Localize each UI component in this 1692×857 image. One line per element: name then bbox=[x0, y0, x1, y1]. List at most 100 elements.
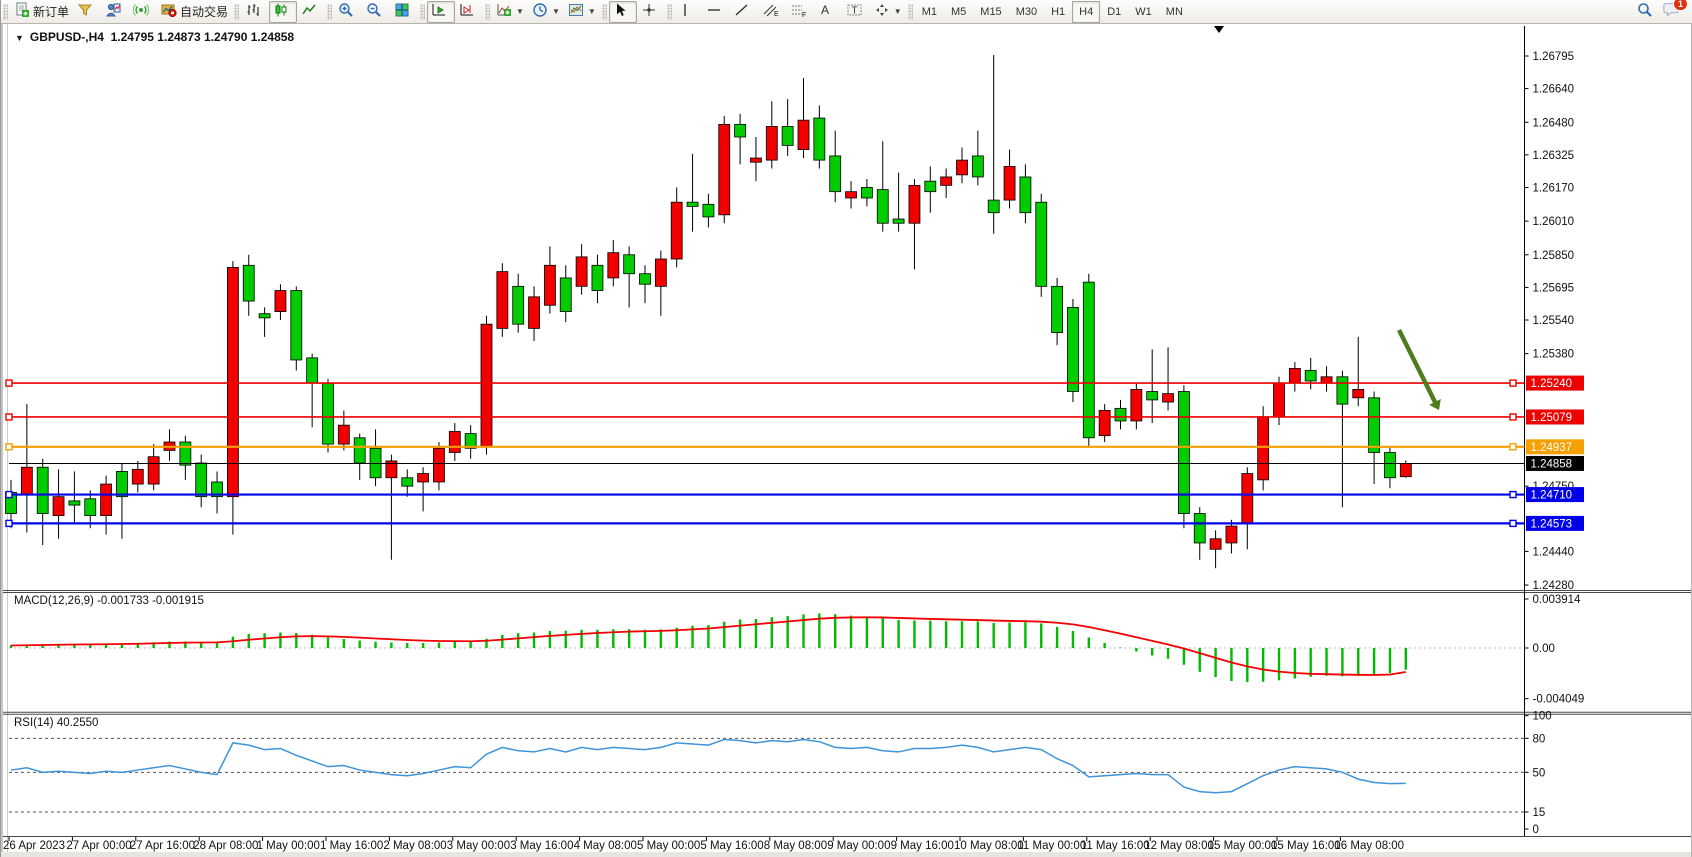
tf-h1-button[interactable]: H1 bbox=[1044, 1, 1072, 23]
candle-body bbox=[148, 457, 159, 484]
text-label-button[interactable]: T bbox=[842, 1, 870, 23]
rsi-tick-label: 80 bbox=[1533, 733, 1546, 745]
candle-body bbox=[69, 501, 80, 505]
fibonacci-button[interactable]: F bbox=[786, 1, 814, 23]
indicators-button[interactable]: ▼ bbox=[492, 1, 528, 23]
candle-body bbox=[259, 314, 270, 318]
candlestick-icon bbox=[273, 2, 289, 21]
rsi-tick-label: 0 bbox=[1533, 824, 1539, 836]
toolbar-grip bbox=[485, 4, 490, 20]
zoom-in-button[interactable] bbox=[334, 1, 362, 23]
time-tick-label: 15 May 00:00 bbox=[1208, 840, 1278, 852]
candle-body bbox=[972, 156, 983, 177]
candle-body bbox=[624, 255, 635, 274]
tf-w1-button[interactable]: W1 bbox=[1128, 1, 1159, 23]
candle-body bbox=[1020, 177, 1031, 213]
candles-layer bbox=[6, 55, 1412, 568]
cursor-button[interactable] bbox=[609, 1, 637, 23]
tf-m5-button[interactable]: M5 bbox=[944, 1, 973, 23]
signal-icon bbox=[133, 2, 149, 21]
time-tick-label: 12 May 08:00 bbox=[1144, 840, 1214, 852]
time-tick-label: 27 Apr 16:00 bbox=[130, 840, 195, 852]
text-button[interactable]: A bbox=[814, 1, 842, 23]
time-tick-label: 5 May 00:00 bbox=[637, 840, 700, 852]
ohlc-bars-icon bbox=[245, 2, 261, 21]
candle-body bbox=[640, 274, 651, 285]
tf-d1-button[interactable]: D1 bbox=[1100, 1, 1128, 23]
time-tick-label: 5 May 16:00 bbox=[700, 840, 763, 852]
notifications-button[interactable]: 1 bbox=[1662, 1, 1682, 22]
rsi-layer bbox=[11, 739, 1406, 792]
candle-body bbox=[1083, 282, 1094, 438]
price-chart[interactable]: 1.267951.266401.264801.263251.261701.260… bbox=[1, 0, 1692, 857]
zoom-out-button[interactable] bbox=[362, 1, 390, 23]
signals-button[interactable] bbox=[129, 1, 157, 23]
candlestick-chart-button[interactable] bbox=[269, 1, 297, 23]
time-marker-icon bbox=[1214, 26, 1224, 33]
trendline-button[interactable] bbox=[730, 1, 758, 23]
time-tick-label: 8 May 08:00 bbox=[764, 840, 827, 852]
tf-m1-button[interactable]: M1 bbox=[915, 1, 944, 23]
candle-body bbox=[291, 291, 302, 360]
templates-button[interactable]: ▼ bbox=[564, 1, 600, 23]
time-tick-label: 1 May 16:00 bbox=[320, 840, 383, 852]
price-tick-label: 1.26325 bbox=[1533, 150, 1575, 162]
bar-chart-button[interactable] bbox=[241, 1, 269, 23]
search-icon[interactable] bbox=[1636, 1, 1654, 22]
time-tick-label: 2 May 08:00 bbox=[383, 840, 446, 852]
candle-body bbox=[1258, 417, 1269, 480]
vertical-line-button[interactable] bbox=[674, 1, 702, 23]
candle-body bbox=[101, 484, 112, 516]
channel-icon: E bbox=[762, 2, 780, 21]
autotrade-button[interactable]: 自动交易 bbox=[157, 1, 232, 23]
chart-shift-button[interactable] bbox=[455, 1, 483, 23]
price-tag-label: 1.24858 bbox=[1531, 458, 1573, 470]
candle-body bbox=[307, 358, 318, 383]
tf-m30-button[interactable]: M30 bbox=[1009, 1, 1044, 23]
equidistant-channel-button[interactable]: E bbox=[758, 1, 786, 23]
chart-title[interactable]: ▼GBPUSD-,H4 1.24795 1.24873 1.24790 1.24… bbox=[15, 30, 294, 44]
price-tick-label: 1.26640 bbox=[1533, 84, 1575, 96]
candle-body bbox=[529, 297, 540, 329]
candle-body bbox=[1384, 453, 1395, 478]
tf-mn-button[interactable]: MN bbox=[1159, 1, 1190, 23]
arrows-button[interactable]: ▼ bbox=[870, 1, 906, 23]
horizontal-line-button[interactable] bbox=[702, 1, 730, 23]
line-chart-button[interactable] bbox=[297, 1, 325, 23]
tile-windows-button[interactable] bbox=[390, 1, 418, 23]
tf-h4-button[interactable]: H4 bbox=[1072, 1, 1100, 23]
annotation-arrow[interactable] bbox=[1399, 330, 1441, 410]
candle-body bbox=[449, 431, 460, 452]
candle-body bbox=[1321, 377, 1332, 383]
toolbar-grip bbox=[420, 4, 425, 20]
price-tick-label: 1.26795 bbox=[1533, 51, 1575, 63]
tf-m15-button[interactable]: M15 bbox=[973, 1, 1008, 23]
severity-button[interactable] bbox=[73, 1, 101, 23]
candle-body bbox=[560, 278, 571, 312]
crosshair-icon bbox=[641, 2, 657, 21]
chart-shift-icon bbox=[459, 2, 475, 21]
candle-body bbox=[814, 118, 825, 160]
candle-body bbox=[655, 259, 666, 286]
market-watch-button[interactable] bbox=[101, 1, 129, 23]
candle-body bbox=[1226, 526, 1237, 543]
one-click-trading-expander-icon[interactable]: ▼ bbox=[15, 33, 24, 43]
periods-button[interactable]: ▼ bbox=[528, 1, 564, 23]
candle-body bbox=[766, 126, 777, 160]
toolbar-grip bbox=[667, 4, 672, 20]
price-tick-label: 1.25380 bbox=[1533, 349, 1575, 361]
candle-body bbox=[988, 200, 999, 213]
candle-body bbox=[957, 160, 968, 175]
new-order-button[interactable]: 新订单 bbox=[10, 1, 73, 23]
auto-scroll-button[interactable] bbox=[427, 1, 455, 23]
candle-body bbox=[37, 467, 48, 513]
line-handle bbox=[1510, 444, 1516, 450]
candle-body bbox=[513, 286, 524, 324]
candle-body bbox=[1242, 474, 1253, 524]
candle-body bbox=[861, 187, 872, 198]
crosshair-button[interactable] bbox=[637, 1, 665, 23]
candle-body bbox=[1147, 392, 1158, 400]
line-handle bbox=[1510, 520, 1516, 526]
new-order-icon bbox=[14, 2, 30, 21]
line-handle bbox=[6, 380, 12, 386]
